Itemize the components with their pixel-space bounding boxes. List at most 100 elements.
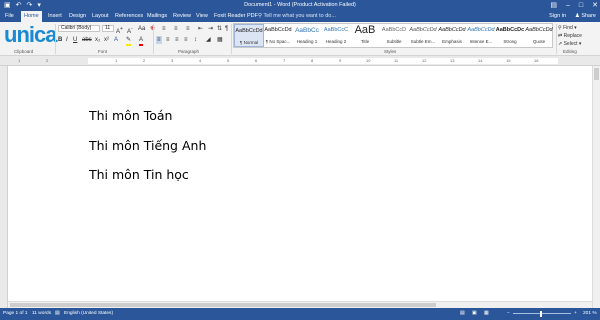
style-name: ¶ No Spac... (265, 39, 291, 44)
borders-icon[interactable]: ▦ (217, 36, 223, 44)
grow-font-icon[interactable]: A+ (116, 25, 123, 36)
line-spacing-icon[interactable]: ↕ (194, 36, 197, 44)
tab-mailings[interactable]: Mailings (144, 11, 170, 22)
scrollbar-thumb[interactable] (10, 303, 436, 307)
zoom-out-button[interactable]: − (507, 308, 510, 320)
scrollbar-thumb[interactable] (594, 68, 599, 80)
share-button[interactable]: ♟ Share (575, 10, 596, 22)
style-sample: AaBbCcDd (467, 27, 495, 33)
close-icon[interactable]: ✕ (592, 1, 598, 9)
font-size-box[interactable]: 11 (102, 25, 114, 32)
zoom-slider[interactable] (513, 313, 571, 314)
document-paragraph[interactable]: Thi môn Tiếng Anh (89, 138, 206, 153)
change-case-icon[interactable]: Aa (138, 25, 145, 33)
proofing-icon[interactable]: ▤ (55, 308, 60, 320)
numbering-icon[interactable]: ≡ (174, 25, 178, 33)
document-page[interactable]: Thi môn Toán Thi môn Tiếng Anh Thi môn T… (0, 66, 600, 308)
horizontal-scrollbar[interactable] (8, 301, 592, 308)
tab-view[interactable]: View (193, 11, 211, 22)
show-marks-icon[interactable]: ¶ (225, 25, 228, 33)
increase-indent-icon[interactable]: ⇥ (208, 25, 213, 33)
highlight-icon[interactable]: ✎ (126, 36, 132, 46)
select-button[interactable]: ⇗ Select ▾ (558, 40, 598, 48)
justify-icon[interactable]: ≡ (184, 36, 188, 44)
style-sample: AaBbCcDd (409, 27, 437, 33)
style-sample: AaBbCcDd (264, 27, 292, 33)
web-layout-icon[interactable]: ▦ (484, 308, 489, 320)
font-color-icon[interactable]: A (139, 36, 144, 46)
subscript-icon[interactable]: x₂ (95, 36, 100, 44)
style-subtitle[interactable]: AaBbCcD Subtitle (379, 24, 409, 47)
multilevel-list-icon[interactable]: ≡ (186, 25, 190, 33)
ruler-number: 5 (227, 58, 230, 63)
align-center-icon[interactable]: ≡ (166, 36, 170, 44)
tab-design[interactable]: Design (66, 11, 89, 22)
underline-icon[interactable]: U (73, 36, 77, 44)
ribbon-home: unica Calibri (Body) 11 A+ A- Aa ❋ B I U… (0, 22, 600, 56)
shading-icon[interactable]: ◢ (206, 36, 211, 44)
style-quote[interactable]: AaBbCcDd Quote (524, 24, 554, 47)
align-left-icon[interactable]: ≡ (156, 36, 162, 44)
ruler-number: 12 (422, 58, 427, 63)
italic-icon[interactable]: I (66, 36, 68, 44)
word-count[interactable]: 11 words (32, 308, 51, 320)
horizontal-ruler[interactable]: 1 2 1 2 3 4 5 6 7 8 9 10 11 12 13 14 15 … (0, 56, 600, 66)
ribbon-display-icon[interactable]: ▤ (550, 1, 557, 9)
ruler-number: 1 (18, 58, 21, 63)
replace-button[interactable]: ⇄ Replace (558, 32, 598, 40)
style-name: Strong (503, 39, 517, 44)
tell-me-search[interactable]: ⚲ Tell me what you want to do... (258, 10, 336, 22)
style-normal[interactable]: AaBbCcDd ¶ Normal (234, 24, 264, 47)
style-heading-2[interactable]: AaBbCcC Heading 2 (321, 24, 351, 47)
style-subtle-emphasis[interactable]: AaBbCcDd Subtle Em... (408, 24, 438, 47)
style-strong[interactable]: AaBbCcDc Strong (495, 24, 525, 47)
superscript-icon[interactable]: x² (104, 36, 109, 44)
zoom-slider-handle[interactable] (540, 311, 542, 317)
language-indicator[interactable]: English (United States) (64, 308, 113, 320)
align-right-icon[interactable]: ≡ (175, 36, 179, 44)
tab-insert[interactable]: Insert (45, 11, 65, 22)
print-layout-icon[interactable]: ▣ (472, 308, 477, 320)
document-paragraph[interactable]: Thi môn Tin học (89, 167, 189, 182)
tab-references[interactable]: References (112, 11, 146, 22)
tab-file[interactable]: File (2, 11, 17, 22)
editing-group: ⚲ Find ▾ ⇄ Replace ⇗ Select ▾ (558, 24, 598, 48)
style-sample: AaBbCcD (381, 27, 407, 33)
text-effects-icon[interactable]: A (114, 36, 118, 44)
style-title[interactable]: AaB Title (350, 24, 380, 47)
ruler-text-area (88, 58, 558, 64)
style-emphasis[interactable]: AaBbCcDd Emphasis (437, 24, 467, 47)
style-sample: AaBbCcC (323, 27, 349, 33)
page-count[interactable]: Page 1 of 1 (3, 308, 28, 320)
tab-foxit-reader-pdf[interactable]: Foxit Reader PDF (211, 11, 261, 22)
zoom-in-button[interactable]: + (574, 308, 577, 320)
vertical-scrollbar[interactable] (592, 66, 600, 308)
ruler-number: 1 (115, 58, 118, 63)
bullets-icon[interactable]: ≡ (162, 25, 166, 33)
find-button[interactable]: ⚲ Find ▾ (558, 24, 598, 32)
style-no-spacing[interactable]: AaBbCcDd ¶ No Spac... (263, 24, 293, 47)
select-icon: ⇗ (558, 41, 563, 47)
sort-icon[interactable]: ⇅ (217, 25, 222, 33)
decrease-indent-icon[interactable]: ⇤ (198, 25, 203, 33)
maximize-icon[interactable]: □ (579, 2, 583, 9)
zoom-level[interactable]: 201 % (583, 308, 597, 320)
bold-icon[interactable]: B (58, 36, 62, 44)
style-heading-1[interactable]: AaBbCc Heading 1 (292, 24, 322, 47)
strikethrough-icon[interactable]: abc (82, 36, 92, 44)
tab-review[interactable]: Review (170, 11, 194, 22)
sign-in-link[interactable]: Sign in (549, 10, 566, 22)
tab-layout[interactable]: Layout (89, 11, 112, 22)
minimize-icon[interactable]: – (566, 2, 570, 9)
style-sample: AaBbCc (295, 27, 319, 34)
vertical-ruler[interactable] (0, 66, 8, 308)
style-intense-emphasis[interactable]: AaBbCcDd Intense E... (466, 24, 496, 47)
read-mode-icon[interactable]: ▤ (460, 308, 465, 320)
style-name: Subtle Em... (410, 39, 436, 44)
font-name-box[interactable]: Calibri (Body) (58, 25, 100, 32)
shrink-font-icon[interactable]: A- (127, 25, 133, 36)
style-name: Heading 1 (296, 39, 318, 44)
style-sample: AaBbCcDd (525, 27, 553, 33)
document-paragraph[interactable]: Thi môn Toán (89, 108, 172, 123)
tab-home[interactable]: Home (21, 11, 42, 22)
